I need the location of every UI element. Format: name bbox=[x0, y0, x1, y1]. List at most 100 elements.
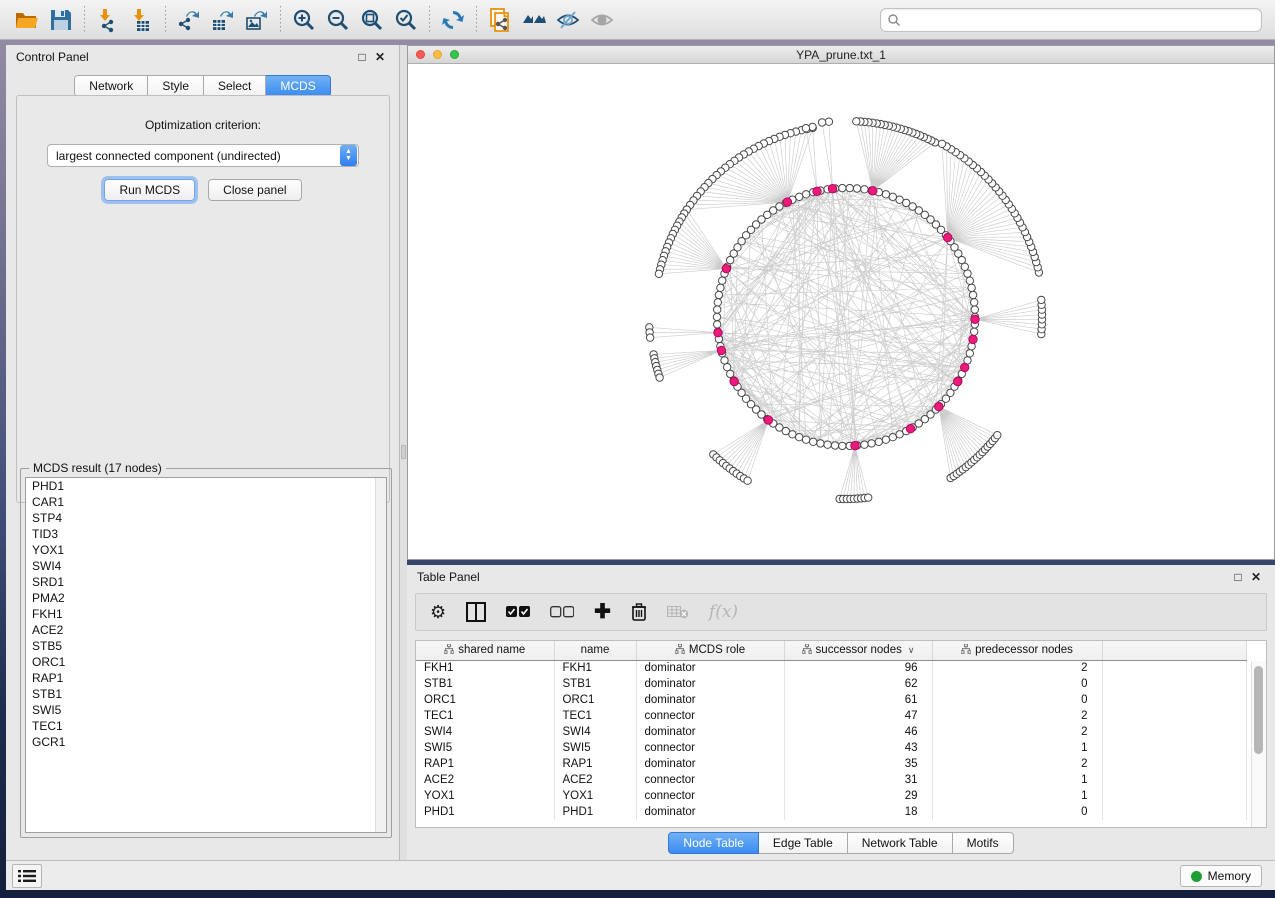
column-header-shared-name[interactable]: shared name bbox=[416, 641, 554, 660]
network-nodes[interactable] bbox=[646, 118, 1046, 503]
network-canvas-svg[interactable] bbox=[408, 64, 1274, 559]
table-cell[interactable]: 35 bbox=[784, 756, 932, 772]
graph-hub-node[interactable] bbox=[813, 187, 821, 195]
close-panel-button[interactable]: Close panel bbox=[208, 179, 301, 201]
graph-node[interactable] bbox=[802, 436, 809, 443]
table-row[interactable]: TEC1TEC1connector472 bbox=[416, 708, 1246, 724]
graph-node[interactable] bbox=[861, 186, 868, 193]
graph-node[interactable] bbox=[896, 196, 903, 203]
table-cell[interactable]: connector bbox=[636, 740, 784, 756]
graph-hub-node[interactable] bbox=[714, 329, 722, 337]
table-cell[interactable]: STB1 bbox=[554, 676, 636, 692]
graph-hub-node[interactable] bbox=[971, 315, 979, 323]
search-box[interactable] bbox=[880, 8, 1262, 32]
graph-hub-node[interactable] bbox=[851, 442, 859, 450]
graph-node[interactable] bbox=[802, 125, 809, 132]
graph-hub-node[interactable] bbox=[869, 187, 877, 195]
network-canvas[interactable] bbox=[408, 64, 1274, 559]
graph-node[interactable] bbox=[846, 184, 853, 191]
apply-layout-icon[interactable] bbox=[436, 5, 470, 35]
table-cell[interactable]: PHD1 bbox=[416, 804, 554, 820]
table-cell[interactable]: 46 bbox=[784, 724, 932, 740]
table-cell[interactable]: 1 bbox=[932, 788, 1102, 804]
table-cell[interactable]: 2 bbox=[932, 724, 1102, 740]
panel-splitter[interactable] bbox=[400, 45, 407, 860]
table-cell[interactable]: dominator bbox=[636, 804, 784, 820]
tab-mcds[interactable]: MCDS bbox=[266, 75, 330, 97]
graph-hub-node[interactable] bbox=[944, 233, 952, 241]
table-cell[interactable]: PHD1 bbox=[554, 804, 636, 820]
graph-node[interactable] bbox=[825, 118, 832, 125]
zoom-selected-icon[interactable] bbox=[389, 5, 423, 35]
window-close-icon[interactable] bbox=[416, 50, 425, 59]
table-scrollbar-thumb[interactable] bbox=[1254, 666, 1263, 754]
table-cell[interactable]: SWI5 bbox=[416, 740, 554, 756]
graph-node[interactable] bbox=[714, 321, 721, 328]
table-cell[interactable]: 1 bbox=[932, 772, 1102, 788]
graph-node[interactable] bbox=[824, 441, 831, 448]
mcds-result-item[interactable]: PMA2 bbox=[26, 590, 386, 606]
graph-node[interactable] bbox=[968, 284, 975, 291]
mcds-result-item[interactable]: SWI5 bbox=[26, 702, 386, 718]
table-cell[interactable]: YOX1 bbox=[416, 788, 554, 804]
close-panel-icon[interactable]: ✕ bbox=[371, 50, 389, 64]
mcds-result-item[interactable]: GCR1 bbox=[26, 734, 386, 750]
table-cell[interactable]: YOX1 bbox=[554, 788, 636, 804]
mcds-result-item[interactable]: STB5 bbox=[26, 638, 386, 654]
table-tab-edge-table[interactable]: Edge Table bbox=[759, 832, 848, 854]
float-panel-icon[interactable]: □ bbox=[353, 50, 371, 64]
table-cell[interactable]: connector bbox=[636, 708, 784, 724]
import-network-icon[interactable] bbox=[91, 5, 125, 35]
table-row[interactable]: FKH1FKH1dominator962 bbox=[416, 660, 1246, 676]
mcds-result-item[interactable]: TID3 bbox=[26, 526, 386, 542]
table-scrollbar[interactable] bbox=[1251, 661, 1266, 827]
graph-node[interactable] bbox=[861, 441, 868, 448]
mcds-result-item[interactable]: SWI4 bbox=[26, 558, 386, 574]
graph-node[interactable] bbox=[818, 119, 825, 126]
graph-node[interactable] bbox=[889, 193, 896, 200]
graph-node[interactable] bbox=[994, 432, 1001, 439]
graph-node[interactable] bbox=[938, 140, 945, 147]
table-tab-network-table[interactable]: Network Table bbox=[848, 832, 953, 854]
mcds-result-item[interactable]: SRD1 bbox=[26, 574, 386, 590]
table-cell[interactable]: dominator bbox=[636, 660, 784, 676]
mcds-result-list[interactable]: PHD1CAR1STP4TID3YOX1SWI4SRD1PMA2FKH1ACE2… bbox=[25, 477, 387, 833]
graph-hub-node[interactable] bbox=[961, 363, 969, 371]
table-cell[interactable]: 31 bbox=[784, 772, 932, 788]
graph-node[interactable] bbox=[882, 191, 889, 198]
task-history-button[interactable] bbox=[12, 864, 42, 888]
table-cell[interactable]: TEC1 bbox=[416, 708, 554, 724]
graph-hub-node[interactable] bbox=[954, 377, 962, 385]
graph-node[interactable] bbox=[802, 191, 809, 198]
graph-node[interactable] bbox=[789, 431, 796, 438]
mcds-result-item[interactable]: RAP1 bbox=[26, 670, 386, 686]
tab-style[interactable]: Style bbox=[148, 75, 204, 97]
graph-hub-node[interactable] bbox=[764, 416, 772, 424]
graph-hub-node[interactable] bbox=[935, 402, 943, 410]
search-input[interactable] bbox=[901, 9, 1261, 31]
mcds-result-item[interactable]: TEC1 bbox=[26, 718, 386, 734]
criterion-dropdown[interactable]: largest connected component (undirected)… bbox=[47, 144, 359, 167]
mcds-result-item[interactable]: STP4 bbox=[26, 510, 386, 526]
run-mcds-button[interactable]: Run MCDS bbox=[104, 179, 195, 201]
graph-node[interactable] bbox=[889, 434, 896, 441]
graph-node[interactable] bbox=[796, 193, 803, 200]
table-cell[interactable]: 29 bbox=[784, 788, 932, 804]
split-panel-icon[interactable] bbox=[466, 602, 486, 622]
table-cell[interactable]: SWI4 bbox=[554, 724, 636, 740]
graph-node[interactable] bbox=[714, 306, 721, 313]
graph-node[interactable] bbox=[839, 442, 846, 449]
table-cell[interactable]: 96 bbox=[784, 660, 932, 676]
graph-node[interactable] bbox=[865, 494, 872, 501]
table-row[interactable]: ORC1ORC1dominator610 bbox=[416, 692, 1246, 708]
table-cell[interactable]: connector bbox=[636, 772, 784, 788]
table-cell[interactable]: dominator bbox=[636, 724, 784, 740]
table-cell[interactable]: 0 bbox=[932, 676, 1102, 692]
graph-node[interactable] bbox=[964, 270, 971, 277]
table-cell[interactable]: FKH1 bbox=[416, 660, 554, 676]
graph-node[interactable] bbox=[875, 438, 882, 445]
graph-node[interactable] bbox=[656, 374, 663, 381]
tab-network[interactable]: Network bbox=[74, 75, 148, 97]
table-cell[interactable]: TEC1 bbox=[554, 708, 636, 724]
graph-node[interactable] bbox=[853, 118, 860, 125]
